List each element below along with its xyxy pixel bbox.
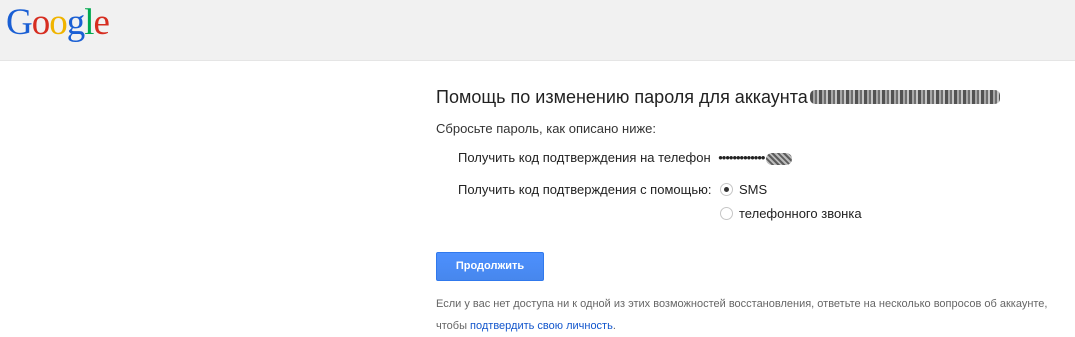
sms-label: SMS [739, 182, 768, 197]
verify-identity-link[interactable]: подтвердить свою личность [470, 320, 613, 332]
phone-row: Получить код подтверждения на телефон ••… [458, 149, 793, 167]
footer-end: . [612, 320, 616, 332]
logo-letter-l: l [84, 2, 94, 43]
phone-call-label: телефонного звонка [739, 206, 862, 221]
option-phone-call[interactable]: телефонного звонка [720, 205, 862, 223]
logo-letter-e: e [93, 2, 110, 43]
option-sms[interactable]: SMS [720, 181, 767, 199]
logo-letter-g2: g [66, 2, 85, 43]
google-logo[interactable]: Google [6, 2, 110, 43]
logo-letter-o1: o [31, 2, 50, 43]
page-title: Помощь по изменению пароля для аккаунта [436, 85, 1000, 109]
sms-radio[interactable] [720, 183, 733, 197]
instructions-text: Сбросьте пароль, как описано ниже: [436, 121, 656, 136]
phone-label: Получить код подтверждения на телефон [458, 150, 711, 165]
page-title-text: Помощь по изменению пароля для аккаунта [436, 87, 808, 107]
logo-letter-g: G [6, 2, 33, 43]
page-header: Google [0, 0, 1075, 61]
redacted-email [809, 89, 1000, 104]
phone-call-radio[interactable] [720, 207, 733, 221]
alternative-recovery-note: Если у вас нет доступа ни к одной из эти… [436, 293, 1071, 337]
redacted-phone-digits [766, 152, 793, 165]
method-label: Получить код подтверждения с помощью: [458, 182, 712, 197]
continue-button[interactable]: Продолжить [436, 252, 544, 281]
masked-phone-number: ••••••••••••• [718, 150, 765, 165]
logo-letter-o2: o [49, 2, 67, 43]
